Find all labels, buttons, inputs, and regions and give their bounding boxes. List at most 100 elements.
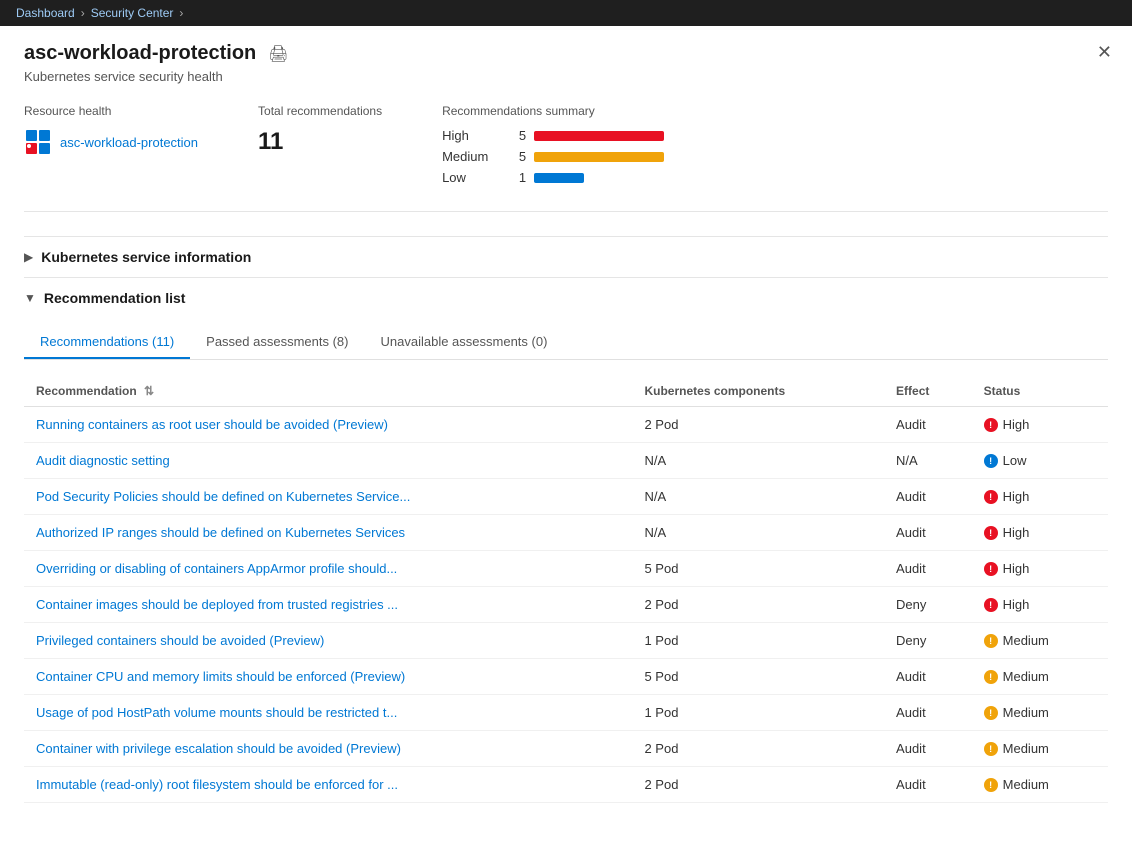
severity-dot: ! [984, 670, 998, 684]
recommendation-list: Recommendations (11)Passed assessments (… [24, 326, 1108, 803]
severity-label: Medium [1003, 705, 1049, 720]
table-row: Privileged containers should be avoided … [24, 623, 1108, 659]
kubernetes-info-title: Kubernetes service information [41, 249, 251, 265]
k8s-cell: 2 Pod [632, 767, 884, 803]
breadcrumb-security-center[interactable]: Security Center [91, 6, 174, 20]
status-cell: ! High [972, 587, 1108, 623]
resource-health-label: Resource health [24, 104, 198, 118]
tab-1[interactable]: Passed assessments (8) [190, 326, 364, 359]
rec-name[interactable]: Running containers as root user should b… [36, 417, 388, 432]
print-icon[interactable]: 🖨 [268, 44, 288, 64]
page-title: asc-workload-protection [24, 42, 256, 65]
rec-name-cell[interactable]: Container images should be deployed from… [24, 587, 632, 623]
rec-name[interactable]: Container images should be deployed from… [36, 597, 398, 612]
status-badge: ! High [984, 489, 1096, 504]
status-badge: ! Medium [984, 777, 1096, 792]
severity-dot: ! [984, 598, 998, 612]
effect-cell: Audit [884, 515, 972, 551]
severity-label: Medium [1003, 633, 1049, 648]
table-row: Usage of pod HostPath volume mounts shou… [24, 695, 1108, 731]
status-cell: ! Medium [972, 767, 1108, 803]
effect-cell: N/A [884, 443, 972, 479]
chevron-collapsed-icon: ▶ [24, 250, 33, 264]
severity-label: High [1003, 525, 1030, 540]
table-row: Container CPU and memory limits should b… [24, 659, 1108, 695]
status-badge: ! High [984, 525, 1096, 540]
close-button[interactable]: ✕ [1097, 42, 1112, 63]
breadcrumb-sep-2: › [179, 6, 183, 20]
rec-level-bar [534, 131, 664, 141]
severity-dot: ! [984, 742, 998, 756]
rec-name[interactable]: Pod Security Policies should be defined … [36, 489, 410, 504]
effect-cell: Deny [884, 623, 972, 659]
resource-item: asc-workload-protection [24, 128, 198, 156]
effect-cell: Deny [884, 587, 972, 623]
status-badge: ! Medium [984, 741, 1096, 756]
rec-name-cell[interactable]: Container with privilege escalation shou… [24, 731, 632, 767]
rec-name[interactable]: Audit diagnostic setting [36, 453, 170, 468]
status-badge: ! High [984, 561, 1096, 576]
rec-name-cell[interactable]: Pod Security Policies should be defined … [24, 479, 632, 515]
severity-dot: ! [984, 562, 998, 576]
tab-0[interactable]: Recommendations (11) [24, 326, 190, 359]
status-badge: ! Medium [984, 633, 1096, 648]
col-status: Status [972, 376, 1108, 407]
rec-name-cell[interactable]: Immutable (read-only) root filesystem sh… [24, 767, 632, 803]
breadcrumb-sep-1: › [81, 6, 85, 20]
rec-name[interactable]: Overriding or disabling of containers Ap… [36, 561, 397, 576]
status-badge: ! Medium [984, 705, 1096, 720]
severity-dot: ! [984, 454, 998, 468]
severity-dot: ! [984, 490, 998, 504]
recommendation-list-section[interactable]: ▼ Recommendation list [24, 277, 1108, 318]
rec-name[interactable]: Authorized IP ranges should be defined o… [36, 525, 405, 540]
severity-dot: ! [984, 706, 998, 720]
k8s-cell: 1 Pod [632, 695, 884, 731]
recommendations-table: Recommendation ⇅ Kubernetes components E… [24, 376, 1108, 803]
severity-dot: ! [984, 634, 998, 648]
rec-bars: High 5 Medium 5 Low 1 [442, 128, 722, 185]
effect-cell: Audit [884, 731, 972, 767]
resource-health-section: Resource health asc-workload-protection [24, 104, 198, 191]
resource-icon [24, 128, 52, 156]
rec-name[interactable]: Usage of pod HostPath volume mounts shou… [36, 705, 397, 720]
table-header: Recommendation ⇅ Kubernetes components E… [24, 376, 1108, 407]
k8s-cell: N/A [632, 515, 884, 551]
total-rec-count: 11 [258, 128, 382, 156]
effect-cell: Audit [884, 767, 972, 803]
status-cell: ! High [972, 479, 1108, 515]
col-recommendation: Recommendation ⇅ [24, 376, 632, 407]
rec-name-cell[interactable]: Authorized IP ranges should be defined o… [24, 515, 632, 551]
rec-name-cell[interactable]: Usage of pod HostPath volume mounts shou… [24, 695, 632, 731]
kubernetes-info-section[interactable]: ▶ Kubernetes service information [24, 236, 1108, 277]
rec-level-count: 1 [510, 170, 526, 185]
severity-label: Low [1003, 453, 1027, 468]
rec-name-cell[interactable]: Running containers as root user should b… [24, 407, 632, 443]
rec-level-label: Low [442, 170, 502, 185]
severity-label: Medium [1003, 741, 1049, 756]
rec-name-cell[interactable]: Audit diagnostic setting [24, 443, 632, 479]
rec-level-label: High [442, 128, 502, 143]
chevron-expanded-icon: ▼ [24, 291, 36, 305]
table-row: Pod Security Policies should be defined … [24, 479, 1108, 515]
table-row: Running containers as root user should b… [24, 407, 1108, 443]
rec-name[interactable]: Immutable (read-only) root filesystem sh… [36, 777, 398, 792]
total-recommendations-section: Total recommendations 11 [258, 104, 382, 191]
rec-bar-row-medium: Medium 5 [442, 149, 722, 164]
resource-name: asc-workload-protection [60, 135, 198, 150]
rec-name-cell[interactable]: Overriding or disabling of containers Ap… [24, 551, 632, 587]
summary-row: Resource health asc-workload-protection … [24, 104, 1108, 212]
page-header: asc-workload-protection 🖨 [24, 42, 1108, 65]
breadcrumb-dashboard[interactable]: Dashboard [16, 6, 75, 20]
table-row: Immutable (read-only) root filesystem sh… [24, 767, 1108, 803]
tab-2[interactable]: Unavailable assessments (0) [365, 326, 564, 359]
k8s-cell: 5 Pod [632, 659, 884, 695]
total-rec-label: Total recommendations [258, 104, 382, 118]
rec-bar-row-high: High 5 [442, 128, 722, 143]
rec-name-cell[interactable]: Privileged containers should be avoided … [24, 623, 632, 659]
rec-level-count: 5 [510, 128, 526, 143]
rec-name-cell[interactable]: Container CPU and memory limits should b… [24, 659, 632, 695]
rec-name[interactable]: Container CPU and memory limits should b… [36, 669, 405, 684]
sort-icon[interactable]: ⇅ [144, 384, 154, 398]
rec-name[interactable]: Container with privilege escalation shou… [36, 741, 401, 756]
rec-name[interactable]: Privileged containers should be avoided … [36, 633, 324, 648]
